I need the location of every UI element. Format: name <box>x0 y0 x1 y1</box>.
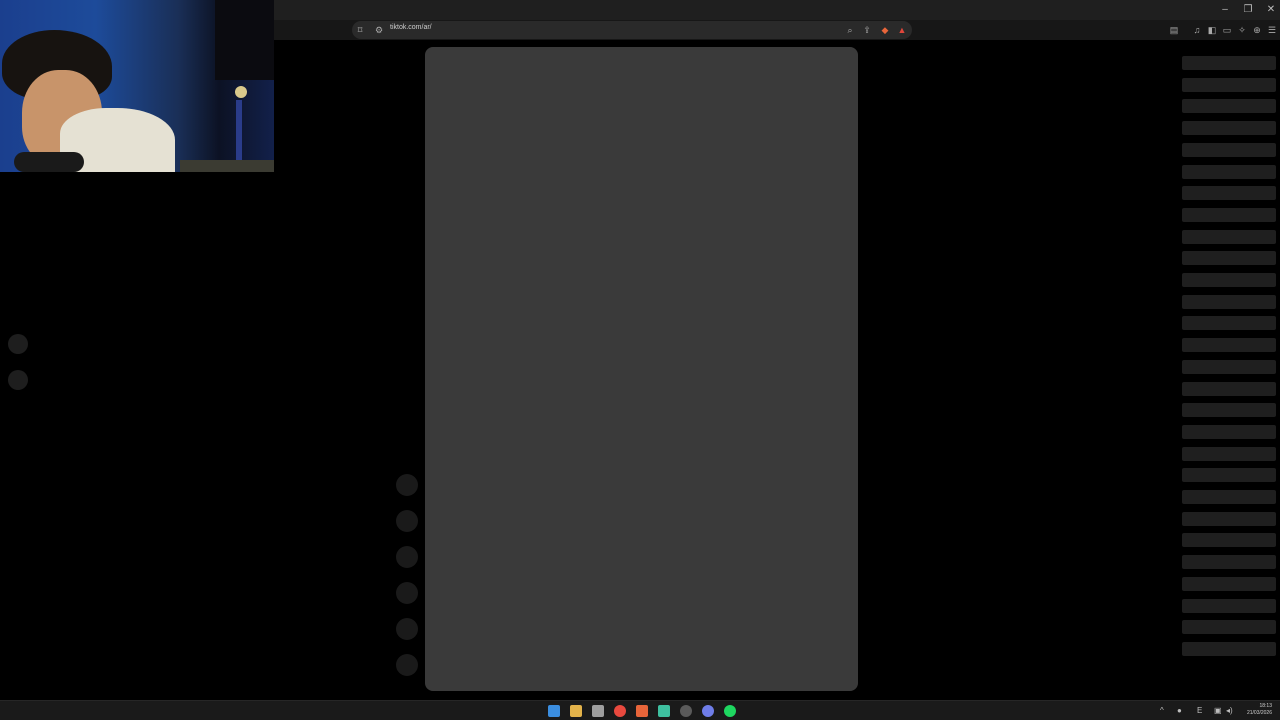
windows-start-icon[interactable] <box>548 705 560 717</box>
bookmark-icon[interactable]: ⌑ <box>354 24 366 36</box>
webcam-microphone <box>14 152 84 172</box>
action-button-placeholder <box>396 546 418 568</box>
zoom-icon[interactable]: ⌕ <box>844 24 856 36</box>
clock-date: 21/03/2026 <box>1246 710 1272 716</box>
comment-placeholder <box>1182 56 1276 70</box>
tray-chevron-icon[interactable]: ^ <box>1160 706 1164 715</box>
comment-placeholder <box>1182 620 1276 635</box>
comment-placeholder <box>1182 142 1276 157</box>
webcam-background-dark <box>215 0 274 80</box>
comment-placeholder <box>1182 424 1276 439</box>
brave-rewards-icon[interactable]: ▲ <box>896 24 908 36</box>
nav-placeholder <box>8 370 28 390</box>
comment-placeholder <box>1182 273 1276 287</box>
app-icon[interactable] <box>658 705 670 717</box>
comment-placeholder <box>1182 468 1276 483</box>
volume-icon[interactable]: ◂) <box>1226 706 1233 715</box>
nav-placeholder <box>8 334 28 354</box>
brave-shields-icon[interactable]: ◆ <box>879 24 891 36</box>
site-info-icon[interactable]: ⚙ <box>373 24 385 36</box>
windows-taskbar: ^ ● E ▣ ◂) 18:13 21/03/2026 <box>0 700 1280 720</box>
network-icon[interactable]: ▣ <box>1214 706 1222 715</box>
action-button-placeholder <box>396 654 418 676</box>
comment-placeholder <box>1182 186 1276 201</box>
browser-titlebar: – ❐ ✕ <box>274 0 1280 20</box>
sidebar-icon[interactable]: ◧ <box>1206 24 1218 36</box>
webcam-overlay <box>0 0 274 172</box>
comment-placeholder <box>1182 511 1276 526</box>
comment-placeholder <box>1182 641 1276 656</box>
comment-placeholder <box>1182 229 1276 244</box>
comment-placeholder <box>1182 316 1276 331</box>
steam-icon[interactable] <box>680 705 692 717</box>
address-bar[interactable]: ⌑ ⚙ tiktok.com/ar/ ⌕ ⇪ ◆ ▲ <box>352 21 912 39</box>
menu-icon[interactable]: ☰ <box>1266 24 1278 36</box>
comment-placeholder <box>1182 251 1276 266</box>
discord-icon[interactable] <box>702 705 714 717</box>
close-button[interactable]: ✕ <box>1260 3 1280 17</box>
comment-placeholder <box>1182 533 1276 548</box>
language-indicator[interactable]: E <box>1197 706 1202 715</box>
comment-placeholder <box>1182 381 1276 396</box>
file-explorer-icon[interactable] <box>570 705 582 717</box>
reader-icon[interactable]: ▤ <box>1168 24 1180 36</box>
comment-placeholder <box>1182 359 1276 374</box>
vpn-icon[interactable]: ⊕ <box>1251 24 1263 36</box>
comment-placeholder <box>1182 576 1276 591</box>
minimize-button[interactable]: – <box>1214 3 1236 17</box>
action-button-placeholder <box>396 474 418 496</box>
comment-placeholder <box>1182 555 1276 570</box>
webcam-lamp-stand <box>236 100 242 160</box>
comment-placeholder <box>1182 99 1276 114</box>
comment-placeholder <box>1182 598 1276 613</box>
comment-placeholder <box>1182 164 1276 179</box>
comment-placeholder <box>1182 446 1276 461</box>
wallet-icon[interactable]: ▭ <box>1221 24 1233 36</box>
webcam-lamp <box>235 86 247 98</box>
comment-placeholder <box>1182 121 1276 136</box>
share-icon[interactable]: ⇪ <box>861 24 873 36</box>
brave-icon[interactable] <box>636 705 648 717</box>
microphone-icon[interactable]: ● <box>1177 706 1182 715</box>
comment-placeholder <box>1182 490 1276 504</box>
comment-placeholder <box>1182 77 1276 92</box>
comment-placeholder <box>1182 207 1276 222</box>
action-button-placeholder <box>396 582 418 604</box>
spotify-icon[interactable] <box>724 705 736 717</box>
restore-button[interactable]: ❐ <box>1237 3 1259 17</box>
comment-placeholder <box>1182 403 1276 418</box>
url-text[interactable]: tiktok.com/ar/ <box>390 24 432 31</box>
clock-time: 18:13 <box>1259 703 1272 709</box>
action-button-placeholder <box>396 618 418 640</box>
action-button-placeholder <box>396 510 418 532</box>
taskbar-clock[interactable]: 18:13 21/03/2026 <box>1247 703 1272 717</box>
media-icon[interactable]: ♫ <box>1191 24 1203 36</box>
webcam-desk <box>180 160 274 172</box>
extensions-icon[interactable]: ✧ <box>1236 24 1248 36</box>
comment-placeholder <box>1182 294 1276 309</box>
store-icon[interactable] <box>592 705 604 717</box>
comment-placeholder <box>1182 338 1276 353</box>
video-player-placeholder[interactable] <box>425 47 858 691</box>
chrome-icon[interactable] <box>614 705 626 717</box>
